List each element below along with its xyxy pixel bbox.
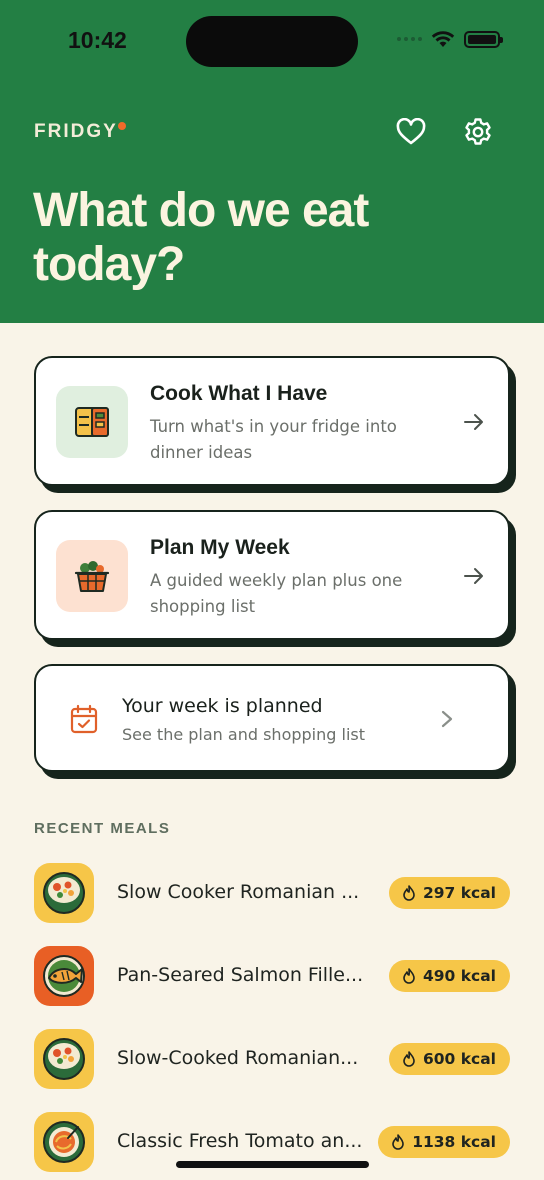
dynamic-island xyxy=(186,16,358,67)
flame-icon xyxy=(403,1051,415,1067)
kcal-badge: 297 kcal xyxy=(388,877,510,909)
meal-name: Classic Fresh Tomato an... xyxy=(117,1130,363,1152)
flame-icon xyxy=(403,968,415,984)
kcal-badge: 490 kcal xyxy=(388,960,510,992)
brand-logo: FRIDGY xyxy=(34,121,118,142)
gear-icon xyxy=(465,118,491,145)
calendar-check-icon xyxy=(70,704,98,734)
recent-meals-heading: RECENT MEALS xyxy=(34,820,171,837)
cook-what-i-have-card[interactable]: Cook What I Have Turn what's in your fri… xyxy=(34,356,510,486)
soup-bowl-icon xyxy=(34,1029,94,1089)
list-item[interactable]: Slow Cooker Romanian ... 297 kcal xyxy=(34,863,510,923)
favorites-button[interactable] xyxy=(394,115,428,149)
week-planned-card[interactable]: Your week is planned See the plan and sh… xyxy=(34,664,510,772)
kcal-value: 600 kcal xyxy=(422,1050,496,1068)
card-subtitle: Turn what's in your fridge into dinner i… xyxy=(150,417,397,462)
arrow-right-icon xyxy=(464,414,483,430)
home-indicator[interactable] xyxy=(176,1161,369,1168)
meal-name: Slow Cooker Romanian ... xyxy=(117,881,360,903)
meal-name: Pan-Seared Salmon Fille... xyxy=(117,964,364,986)
chevron-right-icon xyxy=(441,710,453,728)
flame-icon xyxy=(392,1134,404,1150)
kcal-value: 490 kcal xyxy=(422,967,496,985)
status-icons xyxy=(397,30,503,48)
settings-button[interactable] xyxy=(461,115,495,149)
fish-plate-icon xyxy=(34,946,94,1006)
plan-my-week-card[interactable]: Plan My Week A guided weekly plan plus o… xyxy=(34,510,510,640)
fridge-icon xyxy=(75,407,109,437)
page-title: What do we eat today? xyxy=(33,184,503,292)
status-bar: 10:42 xyxy=(0,0,544,84)
battery-icon xyxy=(464,30,503,48)
card-subtitle: See the plan and shopping list xyxy=(122,725,365,744)
list-item[interactable]: Slow-Cooked Romanian... 600 kcal xyxy=(34,1029,510,1089)
pasta-plate-icon xyxy=(34,1112,94,1172)
kcal-badge: 600 kcal xyxy=(388,1043,510,1075)
kcal-badge: 1138 kcal xyxy=(378,1126,510,1158)
fridge-icon-tile xyxy=(56,386,128,458)
wifi-icon xyxy=(431,31,455,47)
arrow-right-icon xyxy=(464,568,483,584)
list-item[interactable]: Pan-Seared Salmon Fille... 490 kcal xyxy=(34,946,510,1006)
cellular-signal-icon xyxy=(397,37,422,41)
card-title: Cook What I Have xyxy=(150,382,328,405)
card-title: Plan My Week xyxy=(150,536,290,559)
heart-icon xyxy=(396,118,426,145)
app-header: 10:42 FRIDGY What do we eat today? xyxy=(0,0,544,323)
basket-icon xyxy=(74,561,110,592)
kcal-value: 1138 kcal xyxy=(412,1133,496,1151)
meal-name: Slow-Cooked Romanian... xyxy=(117,1047,359,1069)
card-title: Your week is planned xyxy=(122,695,323,717)
page-title-line1: What do we eat xyxy=(33,184,369,237)
page-title-line2: today? xyxy=(33,238,185,291)
status-time: 10:42 xyxy=(68,27,127,53)
brand-dot xyxy=(118,122,126,130)
soup-bowl-icon xyxy=(34,863,94,923)
kcal-value: 297 kcal xyxy=(422,884,496,902)
basket-icon-tile xyxy=(56,540,128,612)
card-subtitle: A guided weekly plan plus one shopping l… xyxy=(150,571,403,616)
flame-icon xyxy=(403,885,415,901)
